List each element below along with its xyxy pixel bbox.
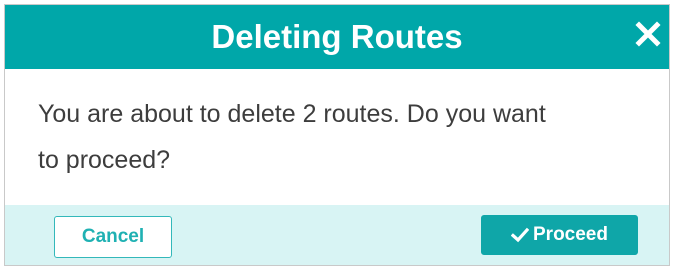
close-icon [635, 21, 661, 47]
dialog-body: You are about to delete 2 routes. Do you… [5, 69, 669, 205]
close-button[interactable] [633, 19, 663, 49]
dialog-message: You are about to delete 2 routes. Do you… [38, 91, 668, 183]
cancel-button-label: Cancel [81, 226, 145, 247]
dialog-footer: Cancel Proceed [5, 205, 669, 265]
dialog-header: Deleting Routes [5, 5, 669, 69]
proceed-button-label: Proceed [533, 224, 608, 245]
delete-routes-dialog: Deleting Routes You are about to delete … [4, 4, 670, 266]
check-icon [511, 227, 529, 243]
message-line-2: to proceed? [38, 146, 171, 174]
message-line-1: You are about to delete 2 routes. Do you… [38, 100, 546, 128]
dialog-title: Deleting Routes [211, 18, 463, 55]
cancel-button[interactable]: Cancel [54, 216, 172, 258]
proceed-button[interactable]: Proceed [481, 215, 638, 255]
